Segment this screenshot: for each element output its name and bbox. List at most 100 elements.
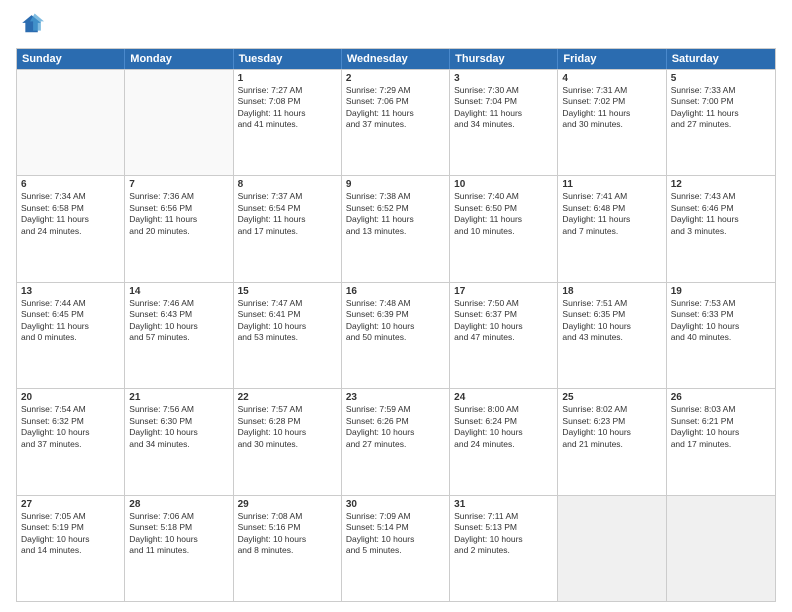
cell-line: Sunrise: 7:30 AM [454, 85, 553, 96]
cell-line: Daylight: 10 hours [21, 534, 120, 545]
cell-line: Sunrise: 7:50 AM [454, 298, 553, 309]
cell-line: Daylight: 11 hours [454, 108, 553, 119]
day-number: 2 [346, 73, 445, 84]
day-number: 29 [238, 499, 337, 510]
cell-line: and 27 minutes. [671, 119, 771, 130]
cell-line: Daylight: 10 hours [454, 534, 553, 545]
cell-line: and 5 minutes. [346, 545, 445, 556]
cell-line: Sunset: 6:41 PM [238, 309, 337, 320]
cell-line: Daylight: 11 hours [129, 214, 228, 225]
cell-line: Daylight: 10 hours [671, 321, 771, 332]
day-number: 26 [671, 392, 771, 403]
cell-line: Sunrise: 7:11 AM [454, 511, 553, 522]
day-number: 15 [238, 286, 337, 297]
calendar-cell [125, 70, 233, 175]
cell-line: and 30 minutes. [562, 119, 661, 130]
cell-line: Daylight: 10 hours [454, 427, 553, 438]
day-number: 7 [129, 179, 228, 190]
day-number: 3 [454, 73, 553, 84]
cell-line: Daylight: 11 hours [21, 321, 120, 332]
cell-line: Sunrise: 7:57 AM [238, 404, 337, 415]
calendar-cell: 23Sunrise: 7:59 AMSunset: 6:26 PMDayligh… [342, 389, 450, 494]
day-number: 20 [21, 392, 120, 403]
day-number: 19 [671, 286, 771, 297]
day-number: 17 [454, 286, 553, 297]
calendar-cell: 2Sunrise: 7:29 AMSunset: 7:06 PMDaylight… [342, 70, 450, 175]
calendar-cell: 4Sunrise: 7:31 AMSunset: 7:02 PMDaylight… [558, 70, 666, 175]
cell-line: Sunset: 6:24 PM [454, 416, 553, 427]
cell-line: and 17 minutes. [671, 439, 771, 450]
cell-line: and 17 minutes. [238, 226, 337, 237]
cell-line: and 20 minutes. [129, 226, 228, 237]
calendar-cell: 28Sunrise: 7:06 AMSunset: 5:18 PMDayligh… [125, 496, 233, 601]
cell-line: and 0 minutes. [21, 332, 120, 343]
cell-line: Sunset: 6:54 PM [238, 203, 337, 214]
cell-line: Sunrise: 7:40 AM [454, 191, 553, 202]
cell-line: Daylight: 10 hours [129, 427, 228, 438]
calendar-cell: 24Sunrise: 8:00 AMSunset: 6:24 PMDayligh… [450, 389, 558, 494]
cell-line: Sunrise: 8:03 AM [671, 404, 771, 415]
cell-line: Daylight: 11 hours [238, 108, 337, 119]
cell-line: Sunset: 7:00 PM [671, 96, 771, 107]
cell-line: Sunset: 5:18 PM [129, 522, 228, 533]
cell-line: Daylight: 10 hours [346, 427, 445, 438]
cell-line: Daylight: 11 hours [21, 214, 120, 225]
cell-line: Sunset: 6:46 PM [671, 203, 771, 214]
cell-line: and 50 minutes. [346, 332, 445, 343]
day-number: 1 [238, 73, 337, 84]
cell-line: Sunset: 6:39 PM [346, 309, 445, 320]
cell-line: Sunrise: 7:37 AM [238, 191, 337, 202]
calendar-cell: 14Sunrise: 7:46 AMSunset: 6:43 PMDayligh… [125, 283, 233, 388]
cell-line: and 30 minutes. [238, 439, 337, 450]
cell-line: Daylight: 10 hours [21, 427, 120, 438]
cell-line: and 24 minutes. [21, 226, 120, 237]
cell-line: Sunrise: 7:36 AM [129, 191, 228, 202]
calendar-row-4: 27Sunrise: 7:05 AMSunset: 5:19 PMDayligh… [17, 495, 775, 601]
header-cell-sunday: Sunday [17, 49, 125, 69]
cell-line: Sunset: 6:35 PM [562, 309, 661, 320]
calendar-row-3: 20Sunrise: 7:54 AMSunset: 6:32 PMDayligh… [17, 388, 775, 494]
calendar-row-1: 6Sunrise: 7:34 AMSunset: 6:58 PMDaylight… [17, 175, 775, 281]
cell-line: Sunrise: 7:54 AM [21, 404, 120, 415]
calendar-cell: 22Sunrise: 7:57 AMSunset: 6:28 PMDayligh… [234, 389, 342, 494]
cell-line: Sunset: 6:32 PM [21, 416, 120, 427]
cell-line: Sunset: 6:52 PM [346, 203, 445, 214]
day-number: 12 [671, 179, 771, 190]
cell-line: Sunrise: 7:43 AM [671, 191, 771, 202]
cell-line: and 34 minutes. [454, 119, 553, 130]
cell-line: Daylight: 10 hours [238, 427, 337, 438]
header-cell-tuesday: Tuesday [234, 49, 342, 69]
day-number: 8 [238, 179, 337, 190]
cell-line: Daylight: 11 hours [454, 214, 553, 225]
day-number: 18 [562, 286, 661, 297]
day-number: 10 [454, 179, 553, 190]
day-number: 21 [129, 392, 228, 403]
day-number: 9 [346, 179, 445, 190]
cell-line: Sunrise: 7:09 AM [346, 511, 445, 522]
calendar-cell: 5Sunrise: 7:33 AMSunset: 7:00 PMDaylight… [667, 70, 775, 175]
cell-line: Sunset: 6:56 PM [129, 203, 228, 214]
cell-line: Sunrise: 7:51 AM [562, 298, 661, 309]
cell-line: Sunset: 7:04 PM [454, 96, 553, 107]
cell-line: Sunrise: 7:34 AM [21, 191, 120, 202]
day-number: 22 [238, 392, 337, 403]
cell-line: and 8 minutes. [238, 545, 337, 556]
cell-line: and 43 minutes. [562, 332, 661, 343]
calendar-cell: 25Sunrise: 8:02 AMSunset: 6:23 PMDayligh… [558, 389, 666, 494]
calendar-cell: 13Sunrise: 7:44 AMSunset: 6:45 PMDayligh… [17, 283, 125, 388]
cell-line: Sunset: 6:45 PM [21, 309, 120, 320]
logo-icon [16, 12, 44, 40]
cell-line: Sunset: 6:33 PM [671, 309, 771, 320]
calendar-cell: 1Sunrise: 7:27 AMSunset: 7:08 PMDaylight… [234, 70, 342, 175]
cell-line: Sunrise: 7:53 AM [671, 298, 771, 309]
calendar-cell: 17Sunrise: 7:50 AMSunset: 6:37 PMDayligh… [450, 283, 558, 388]
cell-line: Sunset: 6:43 PM [129, 309, 228, 320]
calendar-cell: 6Sunrise: 7:34 AMSunset: 6:58 PMDaylight… [17, 176, 125, 281]
cell-line: Sunrise: 7:56 AM [129, 404, 228, 415]
calendar-cell: 30Sunrise: 7:09 AMSunset: 5:14 PMDayligh… [342, 496, 450, 601]
cell-line: Daylight: 10 hours [346, 534, 445, 545]
cell-line: Daylight: 10 hours [671, 427, 771, 438]
cell-line: and 41 minutes. [238, 119, 337, 130]
calendar-cell [667, 496, 775, 601]
cell-line: Sunrise: 7:05 AM [21, 511, 120, 522]
